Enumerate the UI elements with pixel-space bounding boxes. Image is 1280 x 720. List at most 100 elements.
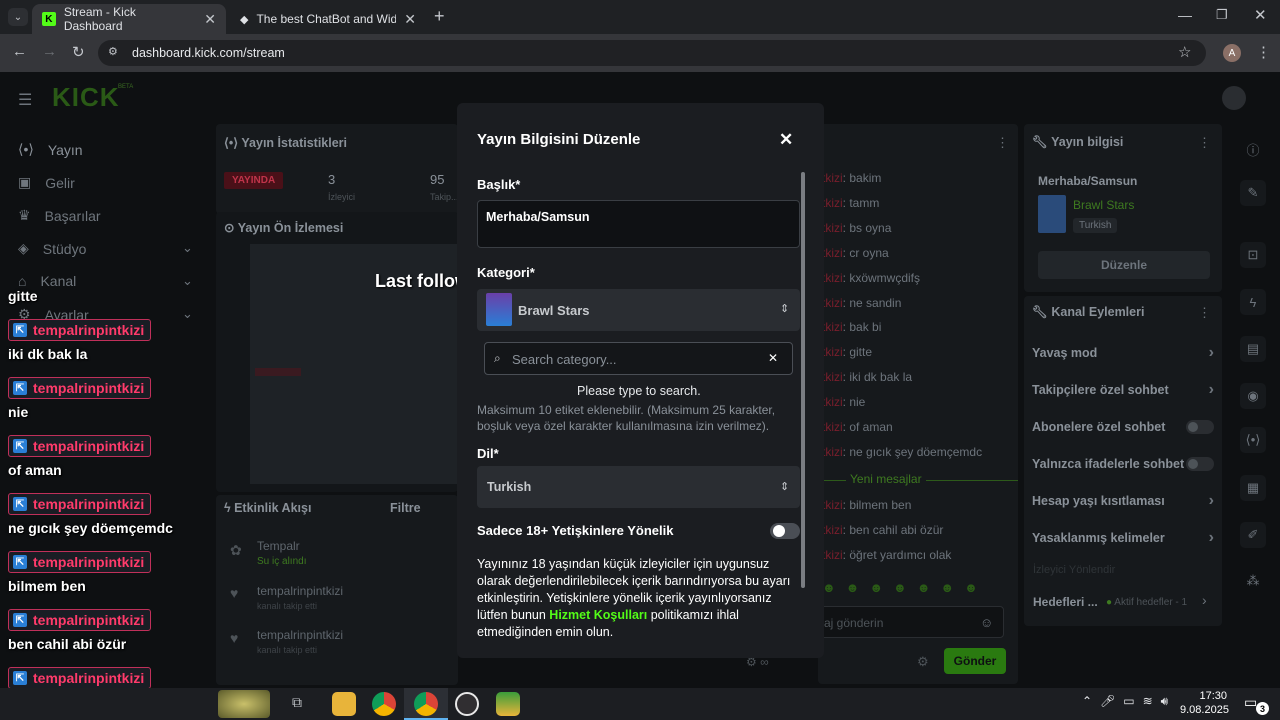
toggle-switch[interactable] xyxy=(1186,419,1214,434)
tab-search-icon[interactable]: ⌄ xyxy=(8,8,28,26)
toggle-switch[interactable] xyxy=(1186,456,1214,471)
close-window-icon[interactable]: ✕ xyxy=(1254,6,1267,24)
channel-action-label: Yasaklanmış kelimeler xyxy=(1032,530,1165,545)
select-arrows-icon: ⇕ xyxy=(780,481,790,493)
channel-action-label: Abonelere özel sohbet xyxy=(1032,419,1166,434)
chat-message: tkizi: bakim xyxy=(822,171,881,185)
chat-overlay: gitte ⇱ tempalrinpintkizi iki dk bak la ⇱ tem… xyxy=(0,285,200,715)
system-tray-icons[interactable]: ⌃🎤︎▭≋🔊︎ xyxy=(1082,694,1176,709)
chat-username[interactable]: tkizi xyxy=(822,445,843,459)
tab-label: The best ChatBot and Widgets xyxy=(256,12,397,26)
viewer-count: 3 xyxy=(328,172,336,187)
reload-icon[interactable]: ↻ xyxy=(72,43,85,61)
overlay-username-badge: ⇱ tempalrinpintkizi xyxy=(8,667,152,689)
modal-scrollbar[interactable] xyxy=(801,172,805,588)
kick-badge-icon: ⇱ xyxy=(13,439,27,453)
chat-username[interactable]: tkizi xyxy=(822,345,843,359)
terms-of-service-link[interactable]: Hizmet Koşulları xyxy=(549,608,647,622)
chat-username[interactable]: tkizi xyxy=(822,523,843,537)
lightning-icon[interactable]: ϟ xyxy=(1240,289,1266,315)
minimize-window-icon[interactable]: — xyxy=(1178,7,1192,23)
chat-message: tkizi: gitte xyxy=(822,345,872,359)
url-field[interactable]: ⚙ dashboard.kick.com/stream ☆ xyxy=(98,40,1206,66)
sidebar-item-label: Stüdyo xyxy=(42,240,87,257)
channel-action-item[interactable]: Yavaş mod › xyxy=(1032,342,1214,364)
profile-avatar[interactable]: A xyxy=(1223,44,1241,62)
activity-title-text: Etkinlik Akışı xyxy=(234,501,312,515)
title-input[interactable] xyxy=(477,200,800,248)
language-tag: Turkish xyxy=(1073,218,1118,233)
chat-settings-icon[interactable]: ⚙ xyxy=(917,654,929,670)
close-modal-icon[interactable]: ✕ xyxy=(779,130,793,150)
hamburger-menu-icon[interactable]: ☰ xyxy=(18,90,32,110)
chat-username[interactable]: tkizi xyxy=(822,196,843,210)
moderator-link[interactable]: İzleyici Yönlendir xyxy=(1033,564,1115,576)
adult-content-toggle[interactable] xyxy=(770,523,800,539)
goals-label[interactable]: Hedefleri ... xyxy=(1033,595,1098,609)
category-link[interactable]: Brawl Stars xyxy=(1073,198,1134,212)
forward-icon[interactable]: → xyxy=(42,43,57,60)
emoji-icon[interactable]: ☺ xyxy=(980,615,993,630)
chat-username[interactable]: tkizi xyxy=(822,296,843,310)
chat-username[interactable]: tkizi xyxy=(822,246,843,260)
chat-username[interactable]: tkizi xyxy=(822,320,843,334)
beta-badge: BETA xyxy=(118,84,134,90)
layout-icon[interactable]: ▦ xyxy=(1240,475,1266,501)
sidebar-item-gelir[interactable]: ▣ Gelir xyxy=(18,174,75,191)
chat-username[interactable]: tkizi xyxy=(822,221,843,235)
info-icon[interactable]: ⓘ xyxy=(1240,136,1266,162)
emote-bar[interactable]: ☻☻☻☻☻☻☻ xyxy=(822,580,988,595)
chat-username[interactable]: tkizi xyxy=(822,370,843,384)
chat-username[interactable]: tkizi xyxy=(822,548,843,562)
app-icon[interactable] xyxy=(496,692,520,716)
close-tab-icon[interactable]: ✕ xyxy=(204,11,216,28)
clear-search-icon[interactable]: ✕ xyxy=(768,351,778,365)
kick-logo[interactable]: KICK xyxy=(52,82,120,113)
pencil-icon[interactable]: ✎ xyxy=(1240,180,1266,206)
site-info-icon[interactable]: ⚙ xyxy=(108,45,118,58)
chat-username[interactable]: tkizi xyxy=(822,498,843,512)
user-avatar[interactable] xyxy=(1222,86,1246,110)
maximize-window-icon[interactable]: ❐ xyxy=(1216,7,1228,23)
channel-action-item[interactable]: Yasaklanmış kelimeler › xyxy=(1032,527,1214,549)
wrench-icon[interactable]: ✐ xyxy=(1240,522,1266,548)
back-icon[interactable]: ← xyxy=(12,43,27,60)
channel-action-item[interactable]: Hesap yaşı kısıtlaması › xyxy=(1032,490,1214,512)
tab-kick-dashboard[interactable]: K Stream - Kick Dashboard ✕ xyxy=(32,4,226,34)
channel-action-item[interactable]: Yalnızca ifadelerle sohbet xyxy=(1032,453,1214,475)
stream-info-menu-icon[interactable]: ⋮ xyxy=(1198,135,1211,151)
send-button[interactable]: Gönder xyxy=(944,648,1006,674)
capture-icon[interactable]: ⊡ xyxy=(1240,242,1266,268)
channel-action-item[interactable]: Abonelere özel sohbet xyxy=(1032,416,1214,438)
bookmark-star-icon[interactable]: ☆ xyxy=(1178,43,1191,61)
task-view-icon[interactable]: ⧉ xyxy=(292,694,302,711)
chat-username[interactable]: tkizi xyxy=(822,395,843,409)
obs-icon[interactable] xyxy=(455,692,479,716)
chat-username[interactable]: tkizi xyxy=(822,271,843,285)
sidebar-item-basarilar[interactable]: ♛ Başarılar xyxy=(18,207,101,224)
chrome-icon[interactable] xyxy=(372,692,396,716)
apps-icon[interactable]: ⁂ xyxy=(1240,568,1266,594)
channel-action-item[interactable]: Takipçilere özel sohbet › xyxy=(1032,379,1214,401)
broadcast-icon[interactable]: ⟨•⟩ xyxy=(1240,427,1266,453)
chat-username[interactable]: tkizi xyxy=(822,420,843,434)
tab-label: Stream - Kick Dashboard xyxy=(63,5,136,33)
browser-menu-icon[interactable]: ⋮ xyxy=(1256,43,1271,61)
weather-widget-icon[interactable] xyxy=(218,690,270,718)
sidebar-item-studyo[interactable]: ◈ Stüdyo xyxy=(18,240,86,257)
chat-menu-icon[interactable]: ⋮ xyxy=(996,135,1009,151)
overlay-username-badge: ⇱ tempalrinpintkizi xyxy=(8,493,152,515)
channel-actions-menu-icon[interactable]: ⋮ xyxy=(1198,305,1211,321)
edit-button[interactable]: Düzenle xyxy=(1038,251,1210,279)
chat-message: tkizi: bak bi xyxy=(822,320,881,334)
file-explorer-icon[interactable] xyxy=(332,692,356,716)
chat-bubble-icon[interactable]: ◉ xyxy=(1240,383,1266,409)
new-tab-button[interactable]: + xyxy=(434,6,445,27)
close-tab-icon[interactable]: ✕ xyxy=(404,11,416,28)
tab-chatbot[interactable]: ◆ The best ChatBot and Widgets ✕ xyxy=(230,4,426,34)
filter-button[interactable]: Filtre xyxy=(390,501,421,515)
chat-username[interactable]: tkizi xyxy=(822,171,843,185)
chat-text: : ben cahil abi özür xyxy=(842,522,944,537)
sidebar-item-yayin[interactable]: ⟨•⟩ Yayın xyxy=(18,141,83,158)
document-icon[interactable]: ▤ xyxy=(1240,336,1266,362)
